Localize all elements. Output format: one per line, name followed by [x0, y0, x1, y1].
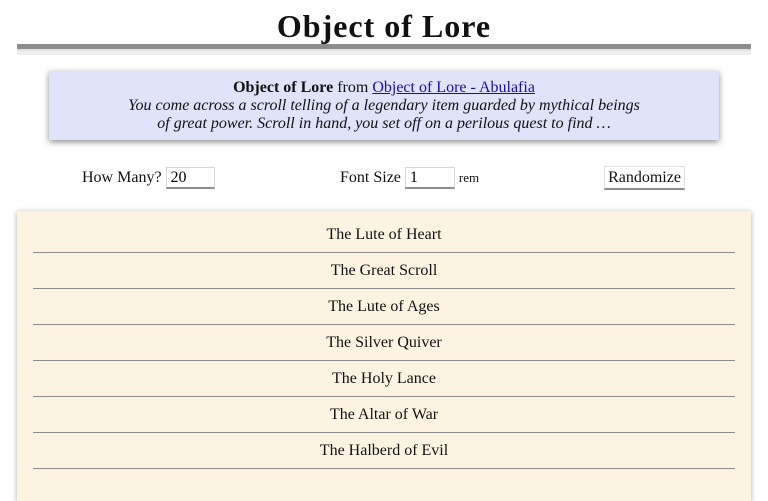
how-many-control: How Many? [82, 166, 215, 190]
randomize-button[interactable]: Randomize [604, 166, 685, 190]
result-item: The Silver Quiver [33, 325, 735, 361]
how-many-input[interactable] [165, 167, 215, 190]
font-size-label: Font Size [340, 169, 401, 186]
generator-info-box: Object of Lore from Object of Lore - Abu… [49, 71, 719, 140]
results-panel: The Lute of Heart The Great Scroll The L… [17, 211, 751, 501]
result-item: The Altar of War [33, 397, 735, 433]
font-size-unit: rem [458, 170, 480, 185]
title-divider [17, 44, 751, 55]
font-size-input[interactable] [404, 167, 455, 190]
font-size-control: Font Size rem [340, 166, 479, 190]
how-many-label: How Many? [82, 169, 162, 186]
generator-name: Object of Lore [233, 79, 334, 96]
result-item: The Great Scroll [33, 253, 735, 289]
result-item: The Lute of Ages [33, 289, 735, 325]
controls-bar: How Many? Font Size rem Randomize [0, 166, 768, 190]
result-item: The Holy Lance [33, 361, 735, 397]
generator-description: You come across a scroll telling of a le… [128, 97, 640, 132]
result-item: The Lute of Heart [33, 217, 735, 253]
result-item: The Halberd of Evil [33, 433, 735, 469]
source-link[interactable]: Object of Lore - Abulafia [372, 79, 535, 96]
page-title: Object of Lore [276, 8, 492, 44]
results-list: The Lute of Heart The Great Scroll The L… [17, 211, 751, 469]
from-text: from [337, 79, 369, 96]
